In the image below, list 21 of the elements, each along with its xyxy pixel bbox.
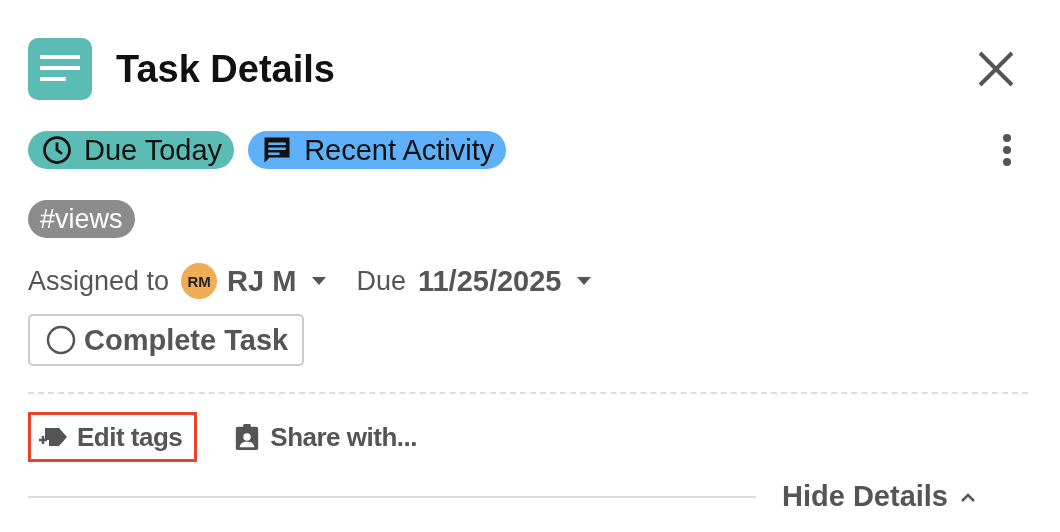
- hide-details-button[interactable]: Hide Details: [782, 480, 976, 513]
- more-button[interactable]: [1002, 133, 1012, 167]
- assigned-label: Assigned to: [28, 265, 170, 297]
- complete-task-button[interactable]: Complete Task: [28, 314, 305, 366]
- panel-title: Task Details: [116, 47, 336, 91]
- comment-icon: [262, 135, 293, 165]
- caret-icon: [312, 277, 327, 285]
- assignee-dropdown[interactable]: RM RJ M: [181, 263, 327, 299]
- notes-icon: [28, 38, 92, 100]
- action-button[interactable]: Share with...: [221, 412, 432, 462]
- due-date-dropdown[interactable]: 11/25/2025: [417, 264, 592, 298]
- status-chip[interactable]: Recent Activity: [248, 131, 507, 169]
- caret-icon: [577, 277, 592, 285]
- status-chip[interactable]: Due Today: [28, 131, 235, 169]
- clock-icon: [42, 135, 72, 165]
- due-label: Due: [356, 265, 406, 297]
- due-date: 11/25/2025: [417, 264, 562, 298]
- action-button[interactable]: Edit tags: [28, 412, 198, 462]
- avatar: RM: [181, 263, 218, 299]
- assignee-name: RJ M: [227, 264, 297, 298]
- close-button[interactable]: [976, 49, 1016, 89]
